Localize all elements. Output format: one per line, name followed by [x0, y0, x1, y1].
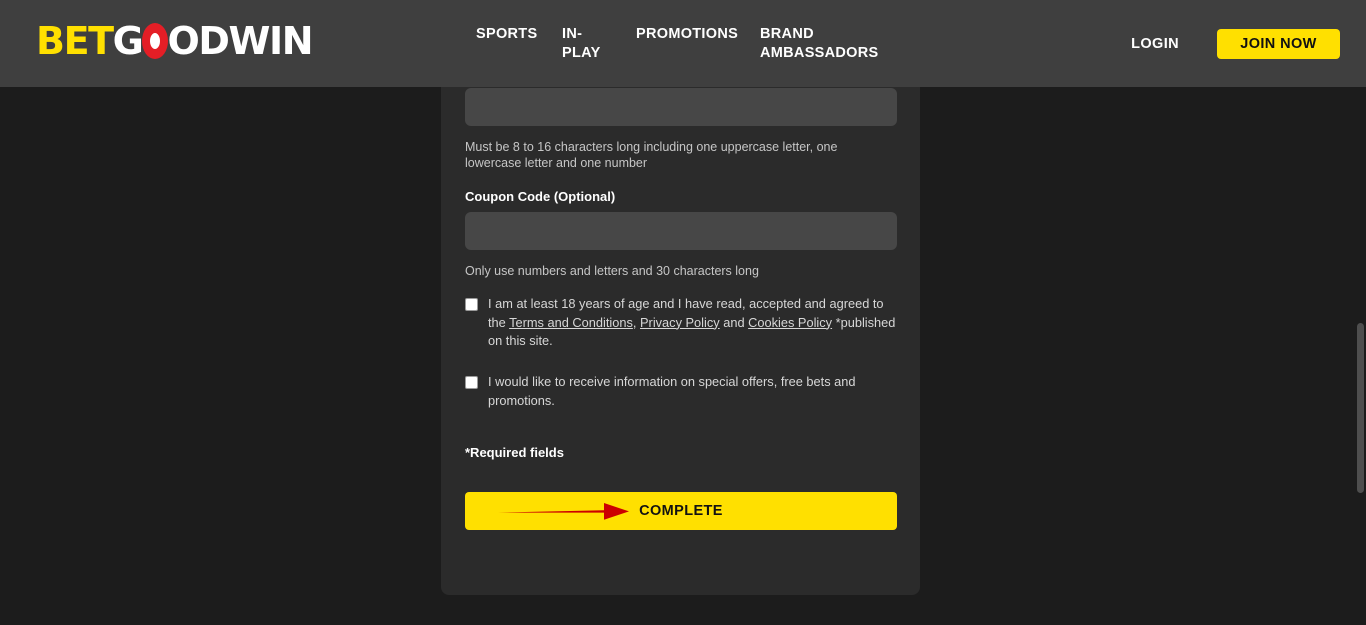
marketing-checkbox-label: I would like to receive information on s…: [488, 374, 856, 408]
terms-and-conditions-link[interactable]: Terms and Conditions: [509, 315, 633, 330]
logo-text-odwin: ODWIN: [167, 19, 313, 63]
terms-sep-2: and: [719, 314, 749, 330]
main-navigation: SPORTS IN-PLAY PROMOTIONS BRAND AMBASSAD…: [476, 25, 890, 63]
password-input[interactable]: [465, 88, 897, 126]
brand-logo[interactable]: BETG ODWIN: [36, 19, 314, 63]
terms-checkbox-row: I am at least 18 years of age and I have…: [465, 295, 897, 351]
required-fields-note: *Required fields: [465, 445, 564, 460]
header-actions: LOGIN JOIN NOW: [1131, 29, 1340, 59]
page-scrollbar-track[interactable]: [1352, 87, 1366, 625]
nav-item-promotions[interactable]: PROMOTIONS: [636, 25, 738, 44]
complete-button[interactable]: COMPLETE: [465, 492, 897, 530]
logo-red-o-icon: [141, 22, 168, 60]
terms-sep-1: ,: [632, 314, 641, 330]
nav-item-sports[interactable]: SPORTS: [476, 25, 562, 44]
cookies-policy-link[interactable]: Cookies Policy: [748, 315, 832, 330]
terms-checkbox-label: I am at least 18 years of age and I have…: [488, 295, 897, 351]
terms-checkbox[interactable]: [465, 298, 478, 311]
marketing-optin-checkbox[interactable]: [465, 376, 478, 389]
coupon-code-input[interactable]: [465, 212, 897, 250]
coupon-code-label: Coupon Code (Optional): [465, 189, 616, 204]
privacy-policy-link[interactable]: Privacy Policy: [640, 315, 720, 330]
page-scrollbar-thumb[interactable]: [1357, 323, 1364, 493]
nav-item-in-play[interactable]: IN-PLAY: [562, 25, 608, 63]
logo-text-g: G: [112, 19, 144, 63]
coupon-helper-text: Only use numbers and letters and 30 char…: [465, 264, 759, 278]
site-header: BETG ODWIN SPORTS IN-PLAY PROMOTIONS BRAN…: [0, 0, 1366, 87]
registration-form-card: Must be 8 to 16 characters long includin…: [441, 87, 920, 595]
nav-item-brand-ambassadors[interactable]: BRAND AMBASSADORS: [760, 25, 890, 63]
password-helper-text: Must be 8 to 16 characters long includin…: [465, 140, 838, 170]
coupon-field-group: [465, 212, 897, 250]
marketing-checkbox-row: I would like to receive information on s…: [465, 373, 897, 410]
password-field-group: [465, 88, 897, 126]
join-now-button[interactable]: JOIN NOW: [1217, 29, 1340, 59]
logo-text-bet: BET: [36, 19, 114, 63]
login-button[interactable]: LOGIN: [1131, 36, 1179, 52]
